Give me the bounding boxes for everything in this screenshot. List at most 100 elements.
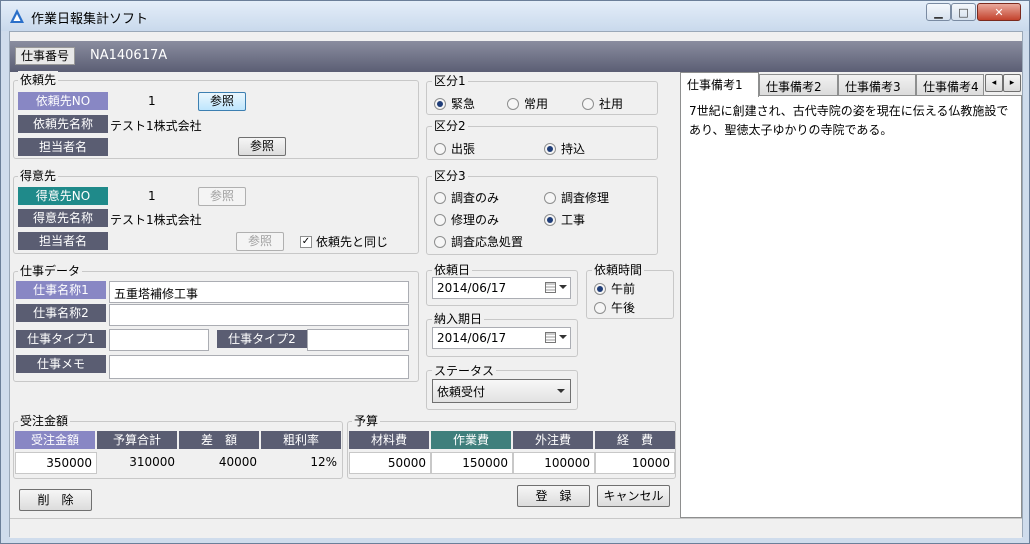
client-name-value[interactable]: テスト1株式会社 xyxy=(110,117,202,134)
tab-scroll-right-icon[interactable]: ▸ xyxy=(1003,74,1021,92)
budget-material-field[interactable]: 50000 xyxy=(349,452,431,474)
radio-label: 調査応急処置 xyxy=(451,235,524,249)
kubun3-repair-only-radio[interactable]: 修理のみ xyxy=(434,211,499,228)
customer-person-ref-button[interactable]: 参照 xyxy=(236,232,284,251)
job-header: 仕事番号 NA140617A xyxy=(10,41,1022,72)
radio-icon xyxy=(544,142,556,155)
radio-icon xyxy=(434,97,446,110)
due-date-value: 2014/06/17 xyxy=(437,331,507,345)
job-type1-field[interactable] xyxy=(109,329,209,351)
kubun1-urgent-radio[interactable]: 緊急 xyxy=(434,95,475,112)
client-person-label: 担当者名 xyxy=(18,138,108,156)
maximize-button[interactable]: □ xyxy=(951,3,976,21)
radio-label: 修理のみ xyxy=(451,213,500,227)
radio-icon xyxy=(507,97,519,110)
job-type1-label: 仕事タイプ1 xyxy=(16,330,106,348)
tab-memo3[interactable]: 仕事備考3 xyxy=(838,74,916,96)
client-name-label: 依頼先名称 xyxy=(18,115,108,133)
job-name1-label: 仕事名称1 xyxy=(16,281,106,299)
main-panel: 仕事番号 NA140617A 依頼先 依頼先NO 1 参照 依頼先名称 テスト1… xyxy=(9,31,1023,538)
radio-icon xyxy=(544,213,556,226)
budget-labor-field[interactable]: 150000 xyxy=(431,452,513,474)
tab-memo1[interactable]: 仕事備考1 xyxy=(680,72,759,97)
time-am-radio[interactable]: 午前 xyxy=(594,280,635,297)
order-amount-field[interactable]: 350000 xyxy=(15,452,97,474)
radio-icon xyxy=(594,301,606,314)
job-name1-field[interactable]: 五重塔補修工事 xyxy=(109,281,409,303)
job-name2-field[interactable] xyxy=(109,304,409,326)
kubun2-title: 区分2 xyxy=(432,117,468,134)
checkbox-check-icon: ✓ xyxy=(300,235,312,248)
radio-label: 持込 xyxy=(561,142,586,156)
status-select[interactable]: 依頼受付 xyxy=(432,379,571,403)
radio-icon xyxy=(434,235,446,248)
request-date-title: 依頼日 xyxy=(432,261,473,278)
radio-label: 調査のみ xyxy=(451,191,500,205)
job-number-label: 仕事番号 xyxy=(15,47,76,65)
same-as-client-checkbox[interactable]: ✓ 依頼先と同じ xyxy=(300,233,388,250)
radio-icon xyxy=(544,191,556,204)
order-header-amount: 受注金額 xyxy=(15,431,95,449)
tab-memo4[interactable]: 仕事備考4 xyxy=(916,74,984,96)
customer-name-value[interactable]: テスト1株式会社 xyxy=(110,211,202,228)
radio-label: 午後 xyxy=(611,301,636,315)
radio-label: 緊急 xyxy=(451,97,476,111)
request-date-picker[interactable]: 2014/06/17 xyxy=(432,277,571,299)
kubun3-survey-only-radio[interactable]: 調査のみ xyxy=(434,189,499,206)
job-type2-field[interactable] xyxy=(307,329,409,351)
time-pm-radio[interactable]: 午後 xyxy=(594,299,635,316)
calendar-icon xyxy=(545,282,556,293)
register-button[interactable]: 登 録 xyxy=(517,485,590,507)
request-date-value: 2014/06/17 xyxy=(437,281,507,295)
budget-title: 予算 xyxy=(352,412,381,429)
client-no-value[interactable]: 1 xyxy=(148,94,156,108)
client-ref-button[interactable]: 参照 xyxy=(198,92,246,111)
status-bar xyxy=(10,518,1022,538)
order-header-budget-total: 予算合計 xyxy=(97,431,177,449)
kubun2-bringin-radio[interactable]: 持込 xyxy=(544,140,585,157)
budget-expense-field[interactable]: 10000 xyxy=(595,452,675,474)
memo-textarea[interactable]: 7世紀に創建され、古代寺院の姿を現在に伝える仏教施設であり、聖徳太子ゆかりの寺院… xyxy=(680,95,1022,518)
customer-ref-button[interactable]: 参照 xyxy=(198,187,246,206)
cancel-button[interactable]: キャンセル xyxy=(597,485,670,507)
budget-header-outsource: 外注費 xyxy=(513,431,593,449)
minimize-button[interactable]: ▁ xyxy=(926,3,951,21)
budget-outsource-field[interactable]: 100000 xyxy=(513,452,595,474)
close-button[interactable]: ✕ xyxy=(977,3,1021,21)
status-title: ステータス xyxy=(432,362,497,379)
kubun1-company-radio[interactable]: 社用 xyxy=(582,95,623,112)
order-margin-value: 12% xyxy=(310,455,337,469)
delete-button[interactable]: 削 除 xyxy=(19,489,92,511)
window-title: 作業日報集計ソフト xyxy=(31,12,149,27)
client-person-ref-button[interactable]: 参照 xyxy=(238,137,286,156)
customer-no-value[interactable]: 1 xyxy=(148,189,156,203)
job-memo-field[interactable] xyxy=(109,355,409,379)
radio-icon xyxy=(582,97,594,110)
customer-no-label: 得意先NO xyxy=(18,187,108,205)
due-date-picker[interactable]: 2014/06/17 xyxy=(432,327,571,349)
order-title: 受注金額 xyxy=(18,412,71,429)
job-memo-label: 仕事メモ xyxy=(16,355,106,373)
radio-icon xyxy=(434,191,446,204)
kubun3-survey-repair-radio[interactable]: 調査修理 xyxy=(544,189,609,206)
due-date-title: 納入期日 xyxy=(432,310,485,327)
budget-header-labor: 作業費 xyxy=(431,431,511,449)
budget-header-expense: 経 費 xyxy=(595,431,675,449)
dropdown-arrow-icon xyxy=(559,285,567,289)
kubun1-title: 区分1 xyxy=(432,72,468,89)
dropdown-arrow-icon xyxy=(559,335,567,339)
radio-label: 社用 xyxy=(599,97,624,111)
customer-name-label: 得意先名称 xyxy=(18,209,108,227)
tab-memo2[interactable]: 仕事備考2 xyxy=(759,74,838,96)
client-group-title: 依頼先 xyxy=(18,71,59,88)
radio-icon xyxy=(434,142,446,155)
kubun3-construction-radio[interactable]: 工事 xyxy=(544,211,585,228)
app-window: 作業日報集計ソフト ▁ □ ✕ 仕事番号 NA140617A 依頼先 依頼先NO… xyxy=(0,0,1030,544)
job-type2-label: 仕事タイプ2 xyxy=(217,330,307,348)
kubun2-trip-radio[interactable]: 出張 xyxy=(434,140,475,157)
kubun3-survey-emergency-radio[interactable]: 調査応急処置 xyxy=(434,233,523,250)
radio-icon xyxy=(434,213,446,226)
order-diff-value: 40000 xyxy=(218,455,257,469)
tab-scroll-left-icon[interactable]: ◂ xyxy=(985,74,1003,92)
kubun1-regular-radio[interactable]: 常用 xyxy=(507,95,548,112)
